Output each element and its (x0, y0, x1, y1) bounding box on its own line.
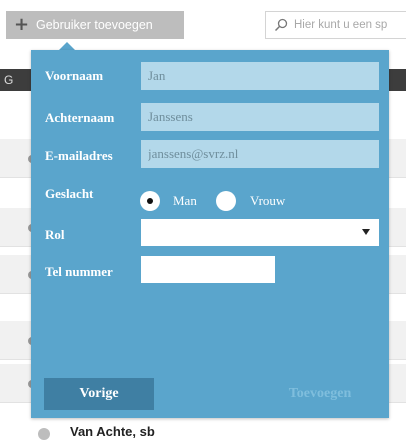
add-button[interactable]: Toevoegen (265, 378, 375, 410)
gender-man-radio[interactable] (140, 191, 160, 211)
last-name-label: Achternaam (45, 110, 115, 125)
search-input[interactable] (294, 19, 406, 31)
gender-vrouw-label: Vrouw (250, 193, 286, 208)
add-user-dialog: Voornaam Achternaam E-mailadres Geslacht… (31, 50, 389, 418)
list-header-text: G (4, 73, 14, 87)
role-label: Rol (45, 227, 65, 242)
first-name-field[interactable] (141, 62, 379, 90)
gender-label: Geslacht (45, 186, 94, 201)
list-item[interactable]: Van Achte, sb (0, 421, 406, 440)
plus-icon: + (14, 14, 30, 35)
phone-label: Tel nummer (45, 264, 113, 279)
gender-man-label: Man (173, 193, 197, 208)
search-icon (274, 18, 288, 32)
previous-button[interactable]: Vorige (44, 378, 154, 410)
last-name-field[interactable] (141, 103, 379, 131)
user-name: Van Achte, sb (70, 424, 155, 439)
top-toolbar: + Gebruiker toevoegen (0, 0, 406, 44)
role-select[interactable] (141, 219, 379, 246)
phone-field[interactable] (141, 256, 275, 283)
gender-vrouw-radio[interactable] (216, 191, 236, 211)
first-name-label: Voornaam (45, 68, 104, 83)
email-field[interactable] (141, 140, 379, 168)
avatar (38, 428, 50, 440)
email-label: E-mailadres (45, 148, 113, 163)
add-user-label: Gebruiker toevoegen (36, 18, 153, 32)
add-user-button[interactable]: + Gebruiker toevoegen (6, 11, 184, 39)
chevron-down-icon (362, 229, 370, 235)
search-box[interactable] (265, 11, 406, 39)
